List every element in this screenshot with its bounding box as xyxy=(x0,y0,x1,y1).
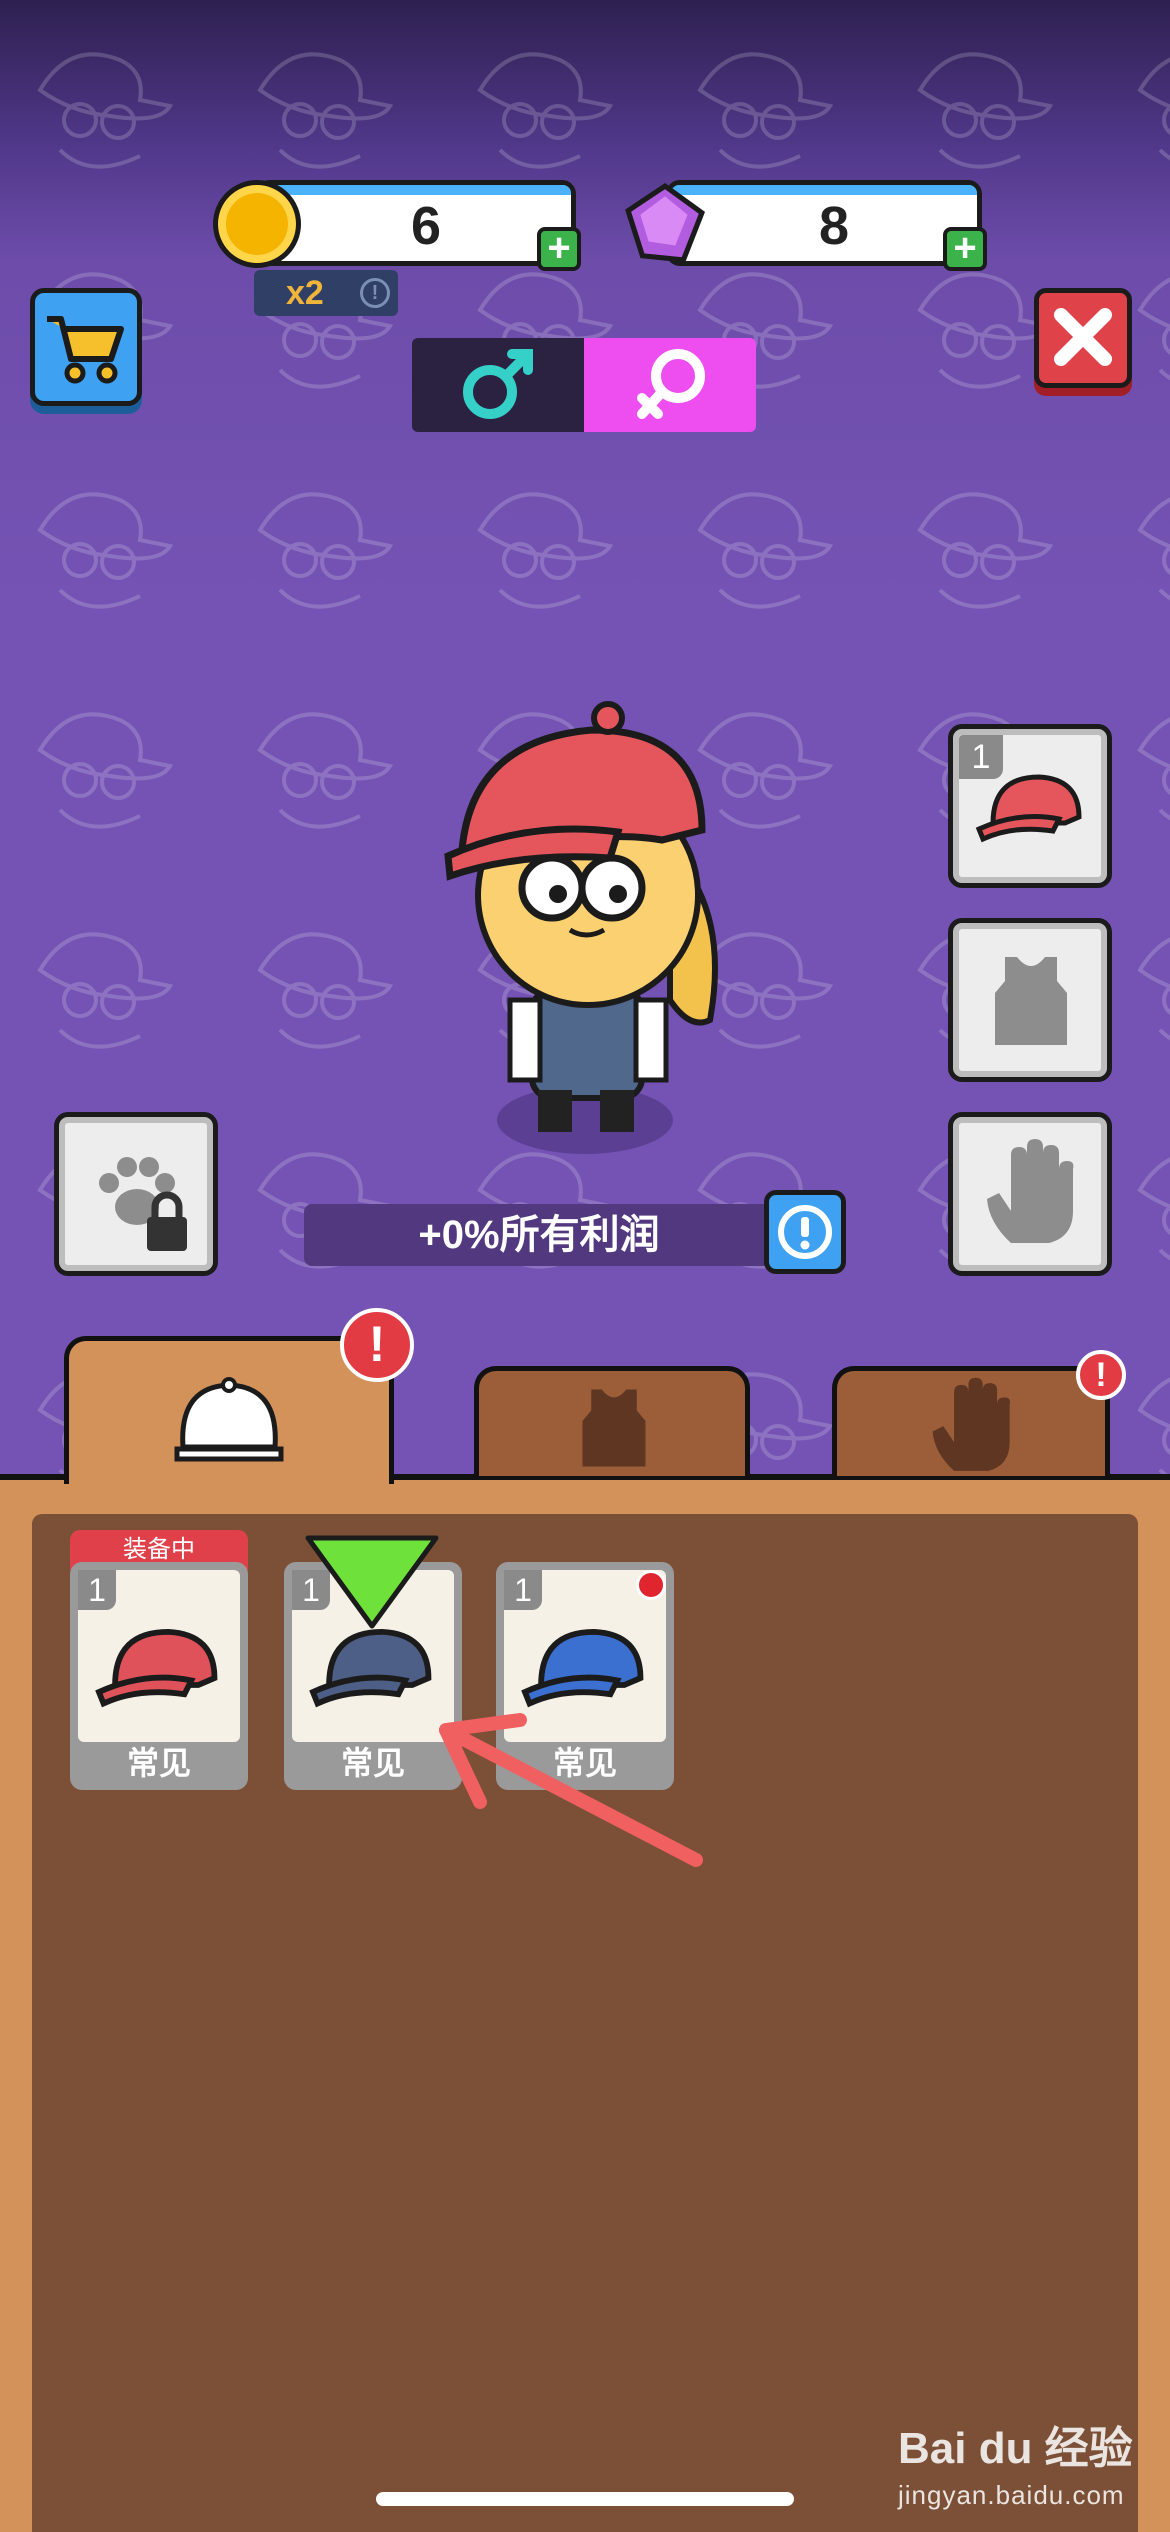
add-coins-button[interactable]: + xyxy=(537,227,581,271)
coin-balance-bar: 6 + xyxy=(256,180,581,271)
gender-toggle xyxy=(412,338,756,432)
info-icon xyxy=(778,1205,832,1259)
tab-gloves-alert-badge: ! xyxy=(1076,1350,1126,1400)
gem-count: 8 xyxy=(818,196,850,256)
gem-icon xyxy=(625,182,706,263)
home-indicator[interactable] xyxy=(376,2492,794,2506)
inventory-item-red-cap[interactable]: 1 常见 xyxy=(70,1562,248,1790)
gem-balance-bar: 8 + xyxy=(666,180,987,271)
gloves-slot[interactable] xyxy=(948,1112,1112,1276)
male-symbol-icon xyxy=(463,349,533,419)
item-level: 1 xyxy=(78,1570,116,1610)
shop-button[interactable] xyxy=(30,288,142,406)
close-icon xyxy=(1054,308,1112,366)
pet-slot[interactable] xyxy=(54,1112,218,1276)
hat-icon xyxy=(174,1377,284,1462)
shirt-icon xyxy=(995,957,1067,1045)
watermark-url: jingyan.baidu.com xyxy=(898,2480,1125,2510)
shirt-icon xyxy=(582,1389,646,1467)
hat-slot[interactable]: 1 xyxy=(948,724,1112,888)
item-rarity: 常见 xyxy=(126,1745,191,1781)
female-option[interactable] xyxy=(584,338,756,432)
close-button[interactable] xyxy=(1034,288,1132,388)
coin-count: 6 xyxy=(410,196,442,256)
profit-info-button[interactable] xyxy=(764,1190,846,1274)
male-option[interactable] xyxy=(412,338,584,432)
profit-bonus-label: +0%所有利润 xyxy=(304,1204,774,1266)
annotation-arrow-icon xyxy=(439,1713,703,1867)
shopping-cart-icon xyxy=(47,316,124,384)
watermark-brand: Bai du 经验 xyxy=(898,2424,1133,2473)
info-icon[interactable]: ! xyxy=(360,278,390,308)
tab-shirts[interactable] xyxy=(474,1366,750,1476)
red-cap-icon xyxy=(95,1628,218,1708)
new-item-dot xyxy=(636,1570,666,1600)
red-cap-icon xyxy=(975,774,1082,843)
shirt-slot[interactable] xyxy=(948,918,1112,1082)
hand-icon xyxy=(932,1377,1010,1471)
hand-icon xyxy=(987,1139,1074,1243)
income-multiplier-badge[interactable]: x2 ! xyxy=(254,270,398,316)
add-gems-button[interactable]: + xyxy=(943,227,987,271)
tab-gloves[interactable] xyxy=(832,1366,1110,1476)
coin-icon xyxy=(213,180,301,268)
female-symbol-icon xyxy=(637,349,705,419)
watermark: Bai du 经验 jingyan.baidu.com xyxy=(898,2412,1133,2511)
character-avatar xyxy=(444,701,718,1154)
tab-hats-alert-badge: ! xyxy=(340,1308,414,1382)
selection-marker-icon xyxy=(305,1535,439,1629)
multiplier-label: x2 xyxy=(286,274,324,312)
item-level: 1 xyxy=(504,1570,542,1610)
paw-lock-icon xyxy=(99,1157,187,1251)
